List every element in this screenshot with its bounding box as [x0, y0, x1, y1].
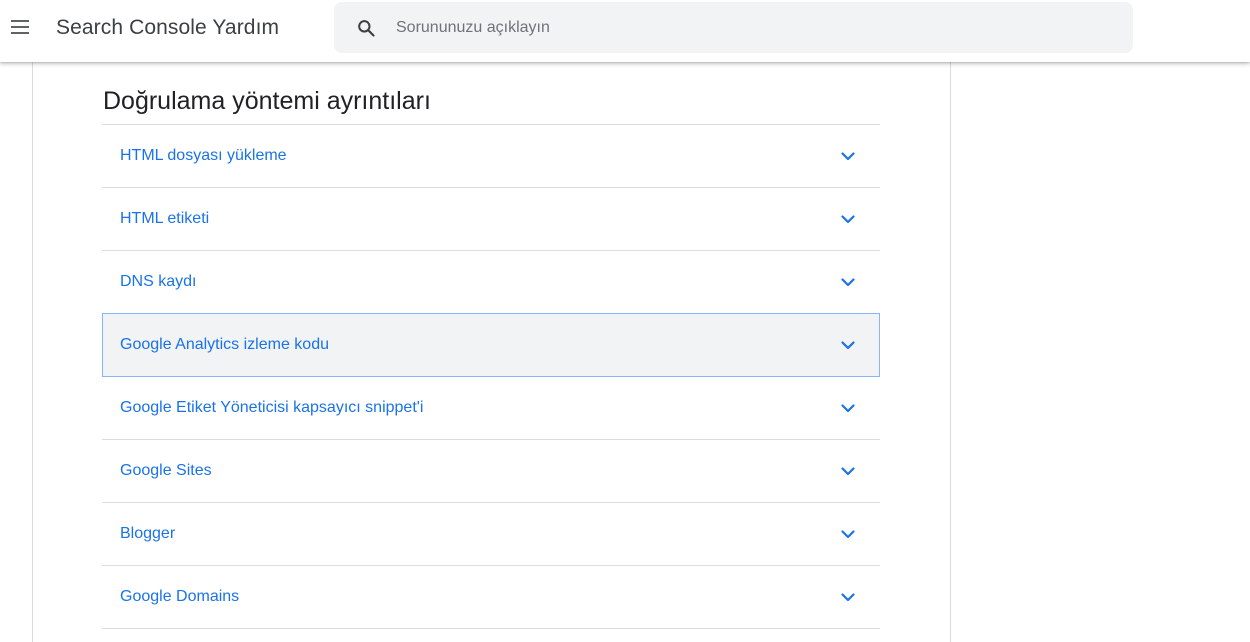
chevron-down-icon [838, 587, 858, 607]
chevron-down-icon [838, 209, 858, 229]
accordion-item-label: HTML dosyası yükleme [120, 147, 287, 164]
accordion-item-label: Google Etiket Yöneticisi kapsayıcı snipp… [120, 399, 424, 416]
section-title: Doğrulama yöntemi ayrıntıları [103, 87, 431, 115]
main-menu-button[interactable] [8, 15, 32, 39]
accordion-item-html-tag[interactable]: HTML etiketi [102, 188, 880, 251]
accordion-item-label: Google Analytics izleme kodu [120, 336, 329, 353]
accordion-item-label: Google Domains [120, 588, 240, 605]
accordion-item-google-tag-manager[interactable]: Google Etiket Yöneticisi kapsayıcı snipp… [102, 377, 880, 440]
search-input[interactable] [396, 14, 1096, 42]
accordion-item-html-file-upload[interactable]: HTML dosyası yükleme [102, 125, 880, 188]
chevron-down-icon [838, 398, 858, 418]
accordion-item-google-sites[interactable]: Google Sites [102, 440, 880, 503]
accordion-item-label: HTML etiketi [120, 210, 210, 227]
chevron-down-icon [838, 524, 858, 544]
hamburger-menu-icon [11, 20, 29, 34]
accordion-item-label: Blogger [120, 525, 176, 542]
search-box[interactable] [334, 2, 1133, 53]
search-icon[interactable] [354, 16, 378, 40]
accordion-item-blogger[interactable]: Blogger [102, 503, 880, 566]
accordion-item-google-analytics[interactable]: Google Analytics izleme kodu [102, 313, 880, 377]
chevron-down-icon [838, 335, 858, 355]
chevron-down-icon [838, 272, 858, 292]
app-title[interactable]: Search Console Yardım [56, 15, 279, 41]
chevron-down-icon [838, 146, 858, 166]
top-app-bar: Search Console Yardım [0, 0, 1250, 62]
accordion-item-label: Google Sites [120, 462, 212, 479]
accordion-item-dns-record[interactable]: DNS kaydı [102, 251, 880, 314]
verification-methods-accordion: HTML dosyası yükleme HTML etiketi DNS ka… [102, 124, 880, 629]
accordion-item-google-domains[interactable]: Google Domains [102, 566, 880, 629]
accordion-item-label: DNS kaydı [120, 273, 197, 290]
chevron-down-icon [838, 461, 858, 481]
